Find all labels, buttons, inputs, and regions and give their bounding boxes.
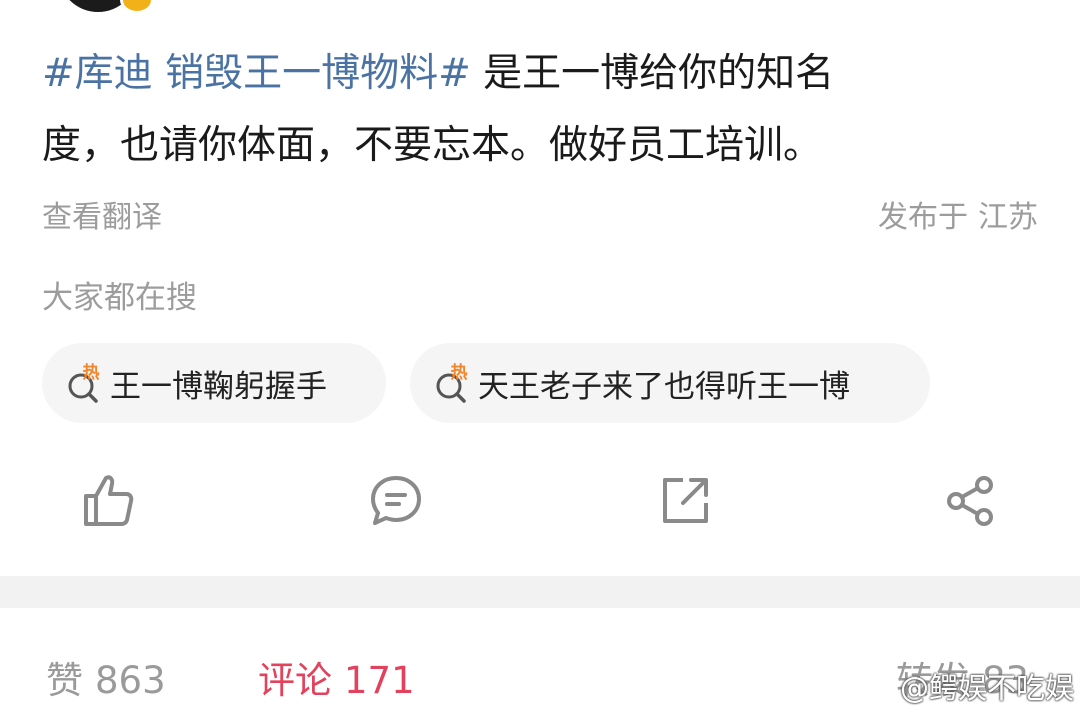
tab-likes[interactable]: 赞 863 [46, 650, 166, 704]
trending-search-title: 大家都在搜 [42, 280, 197, 316]
section-divider [0, 576, 1080, 608]
likes-label: 赞 [46, 659, 83, 702]
post-text: #库迪 销毁王一博物料# 是王一博给你的知名度，也请你体面，不要忘本。做好员工培… [42, 38, 1042, 182]
hot-badge-text: 热 [83, 362, 100, 383]
weibo-icon [862, 674, 895, 701]
thumbs-up-icon[interactable] [78, 470, 138, 530]
comments-count: 171 [344, 659, 415, 702]
watermark-text: @鳄娱不吃娱 [900, 671, 1075, 705]
tab-comments[interactable]: 评论 171 [258, 650, 415, 704]
hashtag-link[interactable]: #库迪 销毁王一博物料# [42, 51, 471, 96]
action-bar [0, 470, 1080, 540]
trending-chip-label: 王一博鞠躬握手 [110, 368, 327, 405]
repost-icon[interactable] [656, 470, 716, 530]
trending-chip[interactable]: 热 天王老子来了也得听王一博 [410, 343, 930, 423]
location-prefix: 发布于 [878, 200, 968, 235]
comments-label: 评论 [258, 659, 332, 702]
post-text-line1: 是王一博给你的知名 [470, 51, 835, 96]
location-name: 江苏 [978, 200, 1038, 235]
hot-search-icon: 热 [68, 362, 100, 403]
verified-badge [120, 0, 154, 14]
post-meta: 查看翻译 发布于 江苏 [42, 192, 1038, 235]
trending-chip[interactable]: 热 王一博鞠躬握手 [42, 343, 386, 423]
likes-count: 863 [95, 659, 166, 702]
trending-chip-label: 天王老子来了也得听王一博 [478, 368, 850, 405]
hot-badge-text: 热 [451, 362, 468, 383]
post-text-line2: 度，也请你体面，不要忘本。做好员工培训。 [42, 123, 823, 168]
hot-search-icon: 热 [436, 362, 468, 403]
share-icon[interactable] [940, 470, 1000, 530]
post-location: 发布于 江苏 [878, 192, 1038, 236]
comment-icon[interactable] [366, 470, 426, 530]
translate-link[interactable]: 查看翻译 [42, 192, 162, 236]
watermark: @鳄娱不吃娱 [862, 668, 1075, 705]
